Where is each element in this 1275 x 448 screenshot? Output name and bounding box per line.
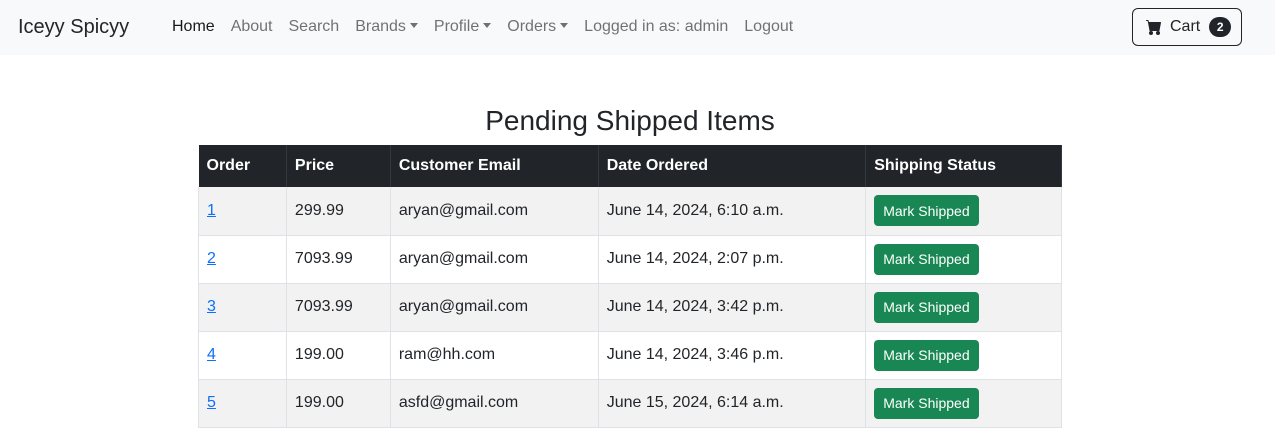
cart-button[interactable]: Cart 2 (1132, 8, 1242, 46)
column-header-order: Order (198, 145, 287, 187)
price-cell: 7093.99 (286, 235, 391, 284)
status-cell: Mark Shipped (865, 235, 1062, 284)
mark-shipped-button[interactable]: Mark Shipped (874, 243, 979, 275)
nav-profile-label: Profile (433, 18, 480, 35)
email-cell: aryan@gmail.com (390, 235, 599, 284)
date-cell: June 14, 2024, 3:46 p.m. (598, 331, 867, 380)
order-link[interactable]: 5 (207, 394, 216, 411)
email-cell: asfd@gmail.com (390, 379, 599, 428)
order-link[interactable]: 2 (207, 250, 216, 267)
table-row: 4 199.00 ram@hh.com June 14, 2024, 3:46 … (198, 331, 1062, 380)
column-header-shipping-status: Shipping Status (865, 145, 1062, 187)
column-header-email: Customer Email (390, 145, 599, 187)
nav-orders-label: Orders (507, 18, 557, 35)
column-header-date: Date Ordered (598, 145, 867, 187)
nav-brands-label: Brands (355, 18, 406, 35)
status-cell: Mark Shipped (865, 379, 1062, 428)
order-cell: 3 (198, 283, 287, 332)
page-title: Pending Shipped Items (485, 105, 775, 136)
order-cell: 5 (198, 379, 287, 428)
date-cell: June 14, 2024, 3:42 p.m. (598, 283, 867, 332)
caret-down-icon (483, 23, 492, 28)
table-row: 5 199.00 asfd@gmail.com June 15, 2024, 6… (198, 379, 1062, 428)
mark-shipped-button[interactable]: Mark Shipped (874, 387, 979, 419)
status-cell: Mark Shipped (865, 331, 1062, 380)
email-cell: ram@hh.com (390, 331, 599, 380)
nav-links: Home About Search Brands Profile Orders … (172, 17, 809, 37)
mark-shipped-button[interactable]: Mark Shipped (874, 291, 979, 323)
status-cell: Mark Shipped (865, 283, 1062, 332)
table-row: 1 299.99 aryan@gmail.com June 14, 2024, … (198, 187, 1062, 236)
status-cell: Mark Shipped (865, 187, 1062, 236)
nav-profile-dropdown[interactable]: Profile (433, 17, 492, 37)
cart-icon (1146, 20, 1161, 35)
cart-count-badge: 2 (1209, 17, 1232, 37)
caret-down-icon (560, 23, 569, 28)
order-cell: 2 (198, 235, 287, 284)
nav-about-link[interactable]: About (231, 17, 273, 37)
mark-shipped-button[interactable]: Mark Shipped (874, 195, 979, 227)
order-cell: 4 (198, 331, 287, 380)
price-cell: 199.00 (286, 379, 391, 428)
nav-logout-link[interactable]: Logout (744, 17, 793, 37)
order-cell: 1 (198, 187, 287, 236)
pending-orders-table: Order Price Customer Email Date Ordered … (198, 145, 1062, 428)
price-cell: 7093.99 (286, 283, 391, 332)
nav-home-link[interactable]: Home (172, 17, 215, 37)
nav-search-link[interactable]: Search (289, 17, 340, 37)
brand-link[interactable]: Iceyy Spicyy (18, 15, 129, 39)
email-cell: aryan@gmail.com (390, 283, 599, 332)
table-row: 2 7093.99 aryan@gmail.com June 14, 2024,… (198, 235, 1062, 284)
email-cell: aryan@gmail.com (390, 187, 599, 236)
price-cell: 299.99 (286, 187, 391, 236)
cart-label: Cart (1170, 18, 1201, 35)
mark-shipped-button[interactable]: Mark Shipped (874, 339, 979, 371)
date-cell: June 14, 2024, 2:07 p.m. (598, 235, 867, 284)
column-header-price: Price (286, 145, 391, 187)
order-link[interactable]: 4 (207, 346, 216, 363)
caret-down-icon (409, 23, 418, 28)
table-header-row: Order Price Customer Email Date Ordered … (198, 145, 1062, 187)
nav-logged-in-user[interactable]: Logged in as: admin (584, 17, 728, 37)
navbar: Iceyy Spicyy Home About Search Brands Pr… (0, 0, 1275, 55)
date-cell: June 15, 2024, 6:14 a.m. (598, 379, 867, 428)
order-link[interactable]: 3 (207, 298, 216, 315)
order-link[interactable]: 1 (207, 202, 216, 219)
table-row: 3 7093.99 aryan@gmail.com June 14, 2024,… (198, 283, 1062, 332)
price-cell: 199.00 (286, 331, 391, 380)
nav-brands-dropdown[interactable]: Brands (355, 17, 418, 37)
date-cell: June 14, 2024, 6:10 a.m. (598, 187, 867, 236)
nav-orders-dropdown[interactable]: Orders (507, 17, 569, 37)
